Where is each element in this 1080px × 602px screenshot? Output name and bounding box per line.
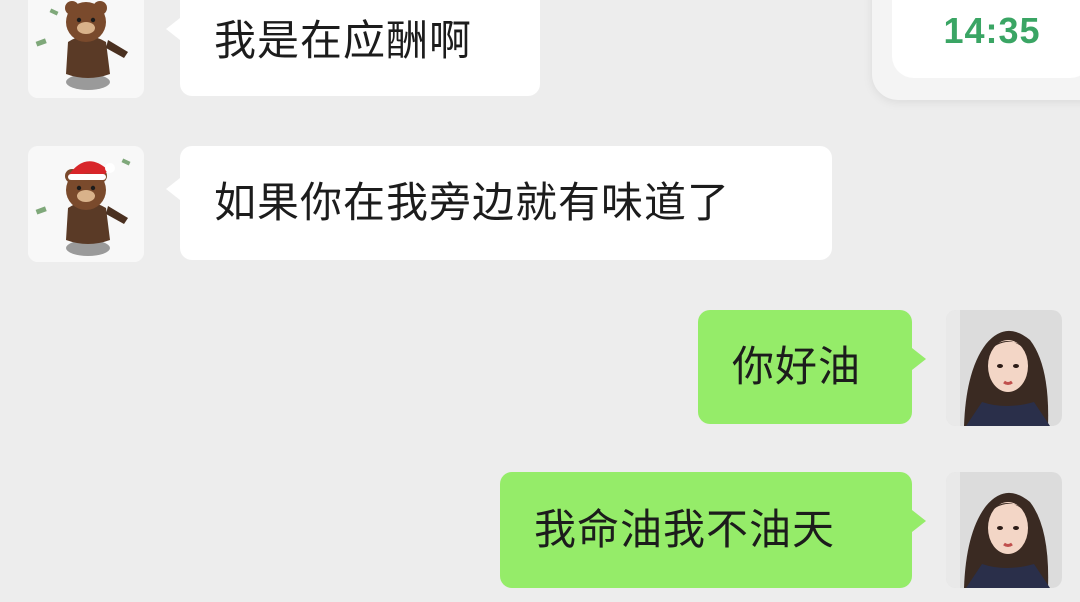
time-widget: 14:35 <box>872 0 1080 100</box>
time-widget-inner: 14:35 <box>892 0 1080 78</box>
message-text: 如果你在我旁边就有味道了 <box>214 178 731 227</box>
time-text: 14:35 <box>943 10 1041 51</box>
message-text: 你好油 <box>732 342 862 391</box>
chat-area: 我是在应酬啊 如果你在我旁边就有味道了 你好油 我命油我不油天 14:35 <box>0 0 1080 602</box>
contact-avatar[interactable] <box>28 146 144 262</box>
message-bubble-outgoing[interactable]: 你好油 <box>698 310 926 424</box>
message-bubble-incoming[interactable]: 我是在应酬啊 <box>166 0 540 96</box>
message-text: 我是在应酬啊 <box>214 16 473 65</box>
bear-icon <box>28 0 144 98</box>
girl-portrait-icon <box>946 310 1062 426</box>
bear-santa-icon <box>28 146 144 262</box>
message-bubble-outgoing[interactable]: 我命油我不油天 <box>500 472 926 588</box>
contact-avatar[interactable] <box>28 0 144 98</box>
girl-portrait-icon <box>946 472 1062 588</box>
message-bubble-incoming[interactable]: 如果你在我旁边就有味道了 <box>166 146 832 260</box>
user-avatar[interactable] <box>946 472 1062 588</box>
message-text: 我命油我不油天 <box>534 505 836 554</box>
user-avatar[interactable] <box>946 310 1062 426</box>
